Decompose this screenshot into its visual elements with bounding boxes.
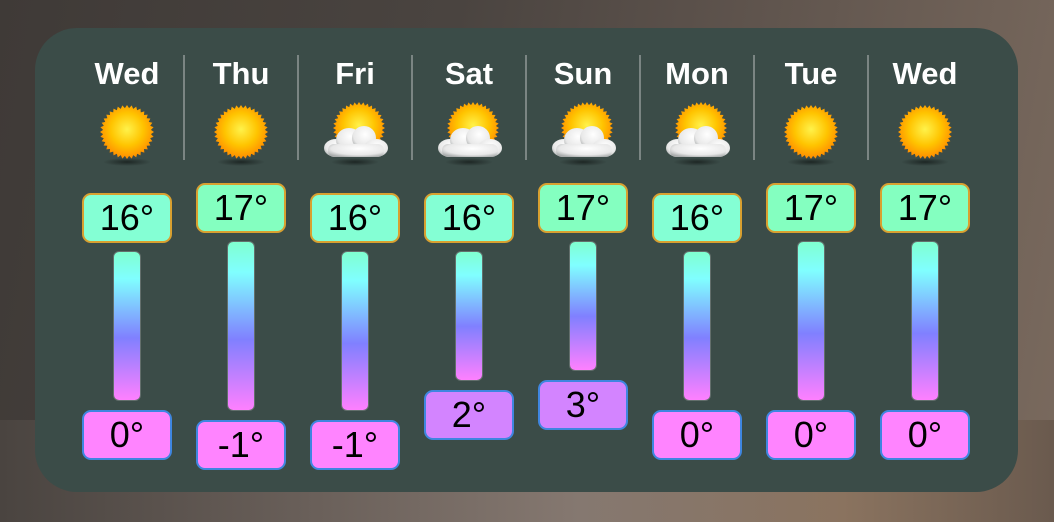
low-temp-badge: 0° xyxy=(652,410,742,460)
partly-cloudy-icon xyxy=(548,102,618,168)
day-label: Fri xyxy=(335,56,375,91)
day-label: Mon xyxy=(665,56,729,91)
day-label: Wed xyxy=(892,56,958,91)
high-temp-badge: 16° xyxy=(82,193,172,243)
sunny-icon xyxy=(92,102,162,168)
temperature-range-bar xyxy=(342,252,368,410)
high-temp-badge: 17° xyxy=(196,183,286,233)
sunny-icon xyxy=(206,102,276,168)
forecast-day-column[interactable]: Wed 17° 0° xyxy=(868,0,982,522)
partly-cloudy-icon xyxy=(662,102,732,168)
day-label: Thu xyxy=(212,56,270,91)
day-label: Sun xyxy=(553,56,613,91)
forecast-day-column[interactable]: Wed 16° 0° xyxy=(70,0,184,522)
high-temp-badge: 17° xyxy=(538,183,628,233)
temperature-range-bar xyxy=(912,242,938,400)
high-temp-badge: 17° xyxy=(766,183,856,233)
sunny-icon xyxy=(890,102,960,168)
forecast-day-column[interactable]: Thu 17° -1° xyxy=(184,0,298,522)
day-label: Wed xyxy=(94,56,160,91)
forecast-day-column[interactable]: Mon 16° 0° xyxy=(640,0,754,522)
low-temp-badge: 2° xyxy=(424,390,514,440)
forecast-day-column[interactable]: Fri 16° -1° xyxy=(298,0,412,522)
high-temp-badge: 16° xyxy=(652,193,742,243)
low-temp-badge: 3° xyxy=(538,380,628,430)
temperature-range-bar xyxy=(570,242,596,370)
day-label: Sat xyxy=(444,56,494,91)
partly-cloudy-icon xyxy=(434,102,504,168)
temperature-range-bar xyxy=(456,252,482,380)
forecast-day-column[interactable]: Sat 16° 2° xyxy=(412,0,526,522)
temperature-range-bar xyxy=(798,242,824,400)
sunny-icon xyxy=(776,102,846,168)
forecast-day-column[interactable]: Sun 17° 3° xyxy=(526,0,640,522)
temperature-range-bar xyxy=(684,252,710,400)
high-temp-badge: 16° xyxy=(310,193,400,243)
high-temp-badge: 16° xyxy=(424,193,514,243)
high-temp-badge: 17° xyxy=(880,183,970,233)
low-temp-badge: 0° xyxy=(766,410,856,460)
low-temp-badge: -1° xyxy=(310,420,400,470)
low-temp-badge: 0° xyxy=(82,410,172,460)
low-temp-badge: -1° xyxy=(196,420,286,470)
day-label: Tue xyxy=(784,56,838,91)
temperature-range-bar xyxy=(114,252,140,400)
partly-cloudy-icon xyxy=(320,102,390,168)
low-temp-badge: 0° xyxy=(880,410,970,460)
temperature-range-bar xyxy=(228,242,254,410)
forecast-day-column[interactable]: Tue 17° 0° xyxy=(754,0,868,522)
